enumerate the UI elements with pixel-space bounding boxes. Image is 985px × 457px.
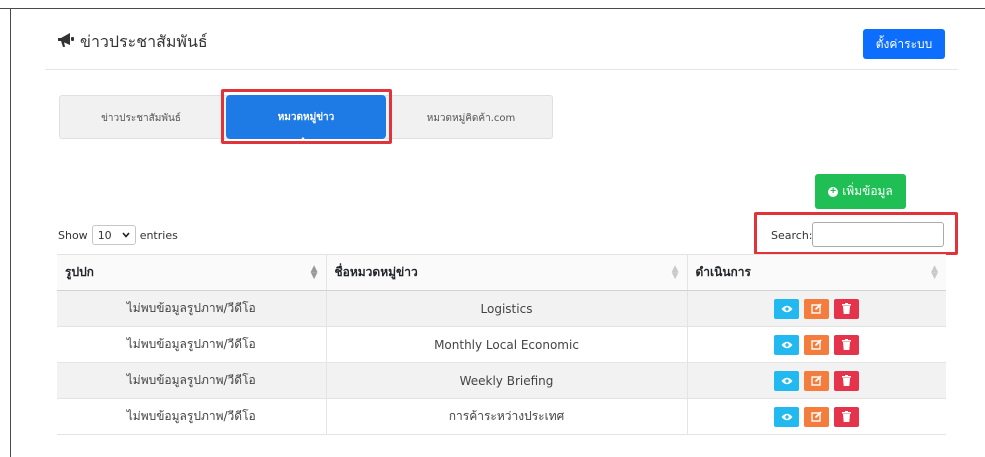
add-data-label: เพิ่มข้อมูล bbox=[842, 184, 893, 198]
sort-icon: ▲ ▼ bbox=[931, 264, 938, 281]
edit-button[interactable] bbox=[804, 406, 830, 427]
category-name-cell: Weekly Briefing bbox=[326, 362, 688, 399]
news-category-table: รูปปก ▲ ▼ ชื่อหมวดหมู่ข่าว ▲ ▼ ดำเนินการ ▲… bbox=[57, 254, 946, 435]
view-button[interactable] bbox=[774, 370, 800, 391]
table-row: ไม่พบข้อมูลรูปภาพ/วีดีโอ Monthly Local E… bbox=[57, 326, 946, 363]
cover-cell: ไม่พบข้อมูลรูปภาพ/วีดีโอ bbox=[57, 362, 327, 399]
sort-icon: ▲ ▼ bbox=[310, 264, 318, 281]
eye-icon bbox=[781, 413, 793, 420]
entries-select-value: 10 bbox=[97, 228, 112, 242]
table-row: ไม่พบข้อมูลรูปภาพ/วีดีโอ การค้าระหว่างปร… bbox=[57, 398, 946, 435]
megaphone-icon bbox=[58, 33, 74, 47]
category-name-cell: Monthly Local Economic bbox=[326, 326, 688, 363]
window-left-border bbox=[10, 8, 11, 457]
page-header: ข่าวประชาสัมพันธ์ ตั้งค่าระบบ bbox=[45, 27, 958, 70]
category-name-cell: การค้าระหว่างประเทศ bbox=[326, 398, 688, 435]
edit-button[interactable] bbox=[804, 298, 830, 319]
tab-kidka-category[interactable]: หมวดหมู่คิดค้า.com bbox=[390, 96, 552, 140]
edit-button[interactable] bbox=[804, 370, 830, 391]
actions-cell bbox=[687, 290, 946, 327]
column-header-actions[interactable]: ดำเนินการ ▲ ▼ bbox=[687, 254, 946, 291]
page-title: ข่าวประชาสัมพันธ์ bbox=[80, 32, 208, 51]
actions-cell bbox=[687, 398, 946, 435]
edit-icon bbox=[811, 303, 822, 314]
table-row: ไม่พบข้อมูลรูปภาพ/วีดีโอ Logistics bbox=[57, 290, 946, 327]
edit-button[interactable] bbox=[804, 334, 830, 355]
edit-icon bbox=[811, 339, 822, 350]
trash-icon bbox=[842, 411, 852, 422]
category-name-cell: Logistics bbox=[326, 290, 688, 327]
trash-icon bbox=[842, 375, 852, 386]
actions-cell bbox=[687, 326, 946, 363]
show-label: Show bbox=[58, 228, 88, 242]
window-top-border bbox=[0, 8, 985, 9]
delete-button[interactable] bbox=[834, 406, 860, 427]
view-button[interactable] bbox=[774, 334, 800, 355]
highlight-box-tab bbox=[221, 89, 392, 144]
entries-select[interactable]: 10 bbox=[91, 225, 136, 245]
table-header-row: รูปปก ▲ ▼ ชื่อหมวดหมู่ข่าว ▲ ▼ ดำเนินการ ▲… bbox=[57, 254, 946, 291]
cover-cell: ไม่พบข้อมูลรูปภาพ/วีดีโอ bbox=[57, 326, 327, 363]
trash-icon bbox=[842, 303, 852, 314]
eye-icon bbox=[781, 305, 793, 312]
table-row: ไม่พบข้อมูลรูปภาพ/วีดีโอ Weekly Briefing bbox=[57, 362, 946, 399]
delete-button[interactable] bbox=[834, 334, 860, 355]
view-button[interactable] bbox=[774, 406, 800, 427]
actions-cell bbox=[687, 362, 946, 399]
column-header-actions-label: ดำเนินการ bbox=[695, 265, 752, 279]
tab-news[interactable]: ข่าวประชาสัมพันธ์ bbox=[60, 96, 222, 140]
plus-circle-icon: + bbox=[828, 186, 839, 197]
edit-icon bbox=[811, 411, 822, 422]
column-header-cover-label: รูปปก bbox=[65, 265, 94, 279]
cover-cell: ไม่พบข้อมูลรูปภาพ/วีดีโอ bbox=[57, 398, 327, 435]
view-button[interactable] bbox=[774, 298, 800, 319]
delete-button[interactable] bbox=[834, 298, 860, 319]
entries-label: entries bbox=[139, 228, 178, 242]
add-data-button[interactable]: + เพิ่มข้อมูล bbox=[815, 174, 906, 209]
chevron-down-icon bbox=[122, 232, 130, 238]
entries-length-control: Show 10 entries bbox=[58, 225, 178, 245]
cover-cell: ไม่พบข้อมูลรูปภาพ/วีดีโอ bbox=[57, 290, 327, 327]
delete-button[interactable] bbox=[834, 370, 860, 391]
eye-icon bbox=[781, 341, 793, 348]
settings-button[interactable]: ตั้งค่าระบบ bbox=[863, 29, 945, 59]
column-header-name-label: ชื่อหมวดหมู่ข่าว bbox=[334, 265, 418, 279]
edit-icon bbox=[811, 375, 822, 386]
eye-icon bbox=[781, 377, 793, 384]
highlight-box-search bbox=[754, 212, 958, 255]
sort-icon: ▲ ▼ bbox=[671, 264, 679, 281]
column-header-cover[interactable]: รูปปก ▲ ▼ bbox=[57, 254, 327, 291]
column-header-name[interactable]: ชื่อหมวดหมู่ข่าว ▲ ▼ bbox=[326, 254, 688, 291]
trash-icon bbox=[842, 339, 852, 350]
